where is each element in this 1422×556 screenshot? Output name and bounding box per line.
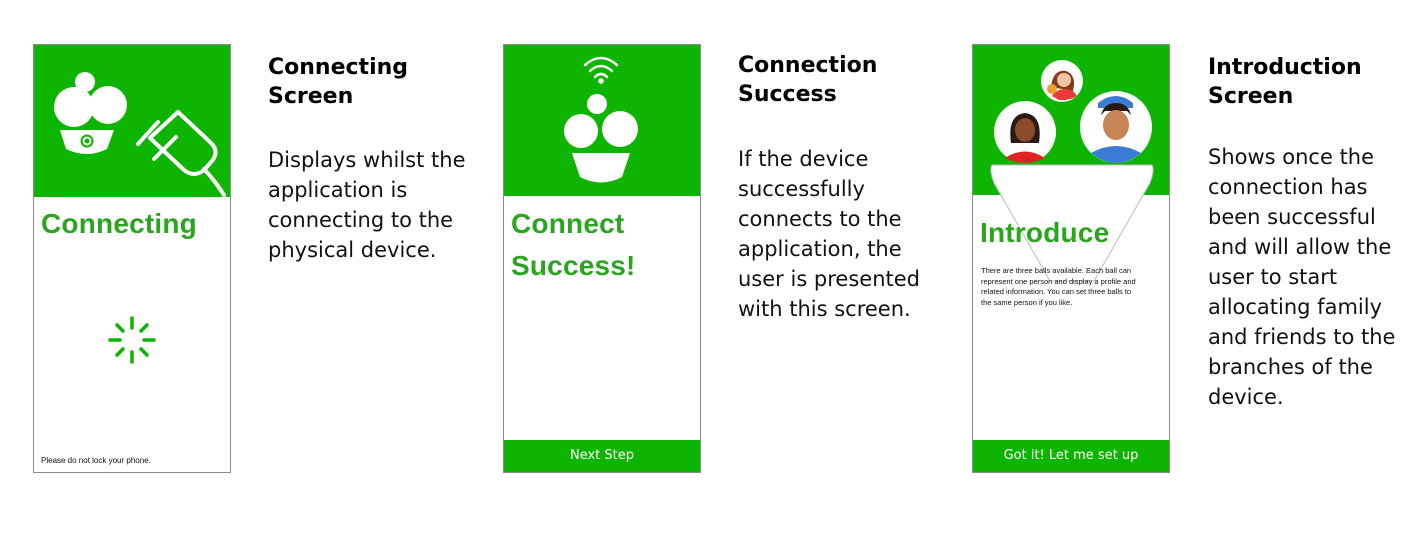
body-line: related information. You can set three b… [981, 287, 1132, 296]
success-hero-banner [504, 45, 700, 196]
introduction-caption-title: Introduction Screen [1208, 53, 1362, 111]
avatar-mother-child-icon [1041, 60, 1083, 102]
body-line: There are three balls available. Each ba… [981, 266, 1132, 275]
caption-line: been successful [1208, 205, 1376, 229]
avatar-man-icon [1080, 91, 1152, 163]
connecting-caption-title-line2: Screen [268, 84, 354, 109]
body-line: represent one person and display a profi… [981, 276, 1136, 286]
wifi-icon [583, 56, 619, 84]
connecting-caption-title-line1: Connecting [268, 55, 409, 80]
caption-line: application, the [738, 237, 902, 261]
got-it-setup-button[interactable]: Got it! Let me set up [973, 440, 1169, 472]
caption-line: successfully [738, 177, 865, 201]
balls-bowl-icon [54, 72, 127, 154]
spinner-icon [108, 316, 156, 364]
introduce-title: Introduce [980, 217, 1110, 248]
connection-success-caption-title-line1: Connection [738, 53, 878, 78]
caption-line: allocating family [1208, 295, 1382, 319]
body-line: the same person if you like. [981, 297, 1073, 307]
next-step-button[interactable]: Next Step [504, 440, 700, 472]
caption-line: connects to the [738, 207, 902, 231]
plug-icon [136, 110, 226, 197]
connecting-caption-title: Connecting Screen [268, 53, 408, 111]
connect-success-title-line2: Success! [511, 250, 636, 281]
caption-line: and friends to the [1208, 325, 1396, 349]
connection-success-caption-body: If the device successfully connects to t… [738, 144, 920, 324]
caption-line: with this screen. [738, 297, 911, 321]
lock-phone-note: Please do not lock your phone. [41, 456, 151, 465]
caption-line: Shows once the [1208, 145, 1375, 169]
caption-line: connection has [1208, 175, 1368, 199]
balls-bowl-icon [564, 94, 638, 183]
caption-line: device. [1208, 385, 1284, 409]
caption-line: connecting to the [268, 208, 454, 232]
connection-success-caption-title: Connection Success [738, 51, 877, 109]
caption-line: and will allow the [1208, 235, 1392, 259]
connection-success-caption-title-line2: Success [738, 82, 837, 107]
connect-success-title-line1: Connect [511, 208, 625, 239]
caption-line: physical device. [268, 238, 437, 262]
connecting-title: Connecting [41, 208, 197, 239]
introduction-caption-title-line2: Screen [1208, 84, 1294, 109]
introduction-caption-title-line1: Introduction [1208, 55, 1362, 80]
avatar-woman-icon [994, 101, 1056, 163]
caption-line: If the device [738, 147, 869, 171]
introduce-screen: Introduce There are three balls availabl… [972, 44, 1170, 473]
connecting-hero-banner [34, 45, 230, 197]
connect-success-screen: Connect Success! Next Step [503, 44, 701, 473]
caption-line: user to start [1208, 265, 1338, 289]
caption-line: Displays whilst the [268, 148, 466, 172]
caption-line: user is presented [738, 267, 921, 291]
caption-line: application is [268, 178, 408, 202]
connecting-screen: Connecting Please do not lock your phone… [33, 44, 231, 473]
connecting-caption-body: Displays whilst the application is conne… [268, 145, 466, 265]
introduce-body-text: There are three balls available. Each ba… [981, 266, 1136, 308]
caption-line: branches of the [1208, 355, 1373, 379]
introduction-caption-body: Shows once the connection has been succe… [1208, 142, 1395, 412]
connect-success-title: Connect Success! [511, 203, 636, 287]
